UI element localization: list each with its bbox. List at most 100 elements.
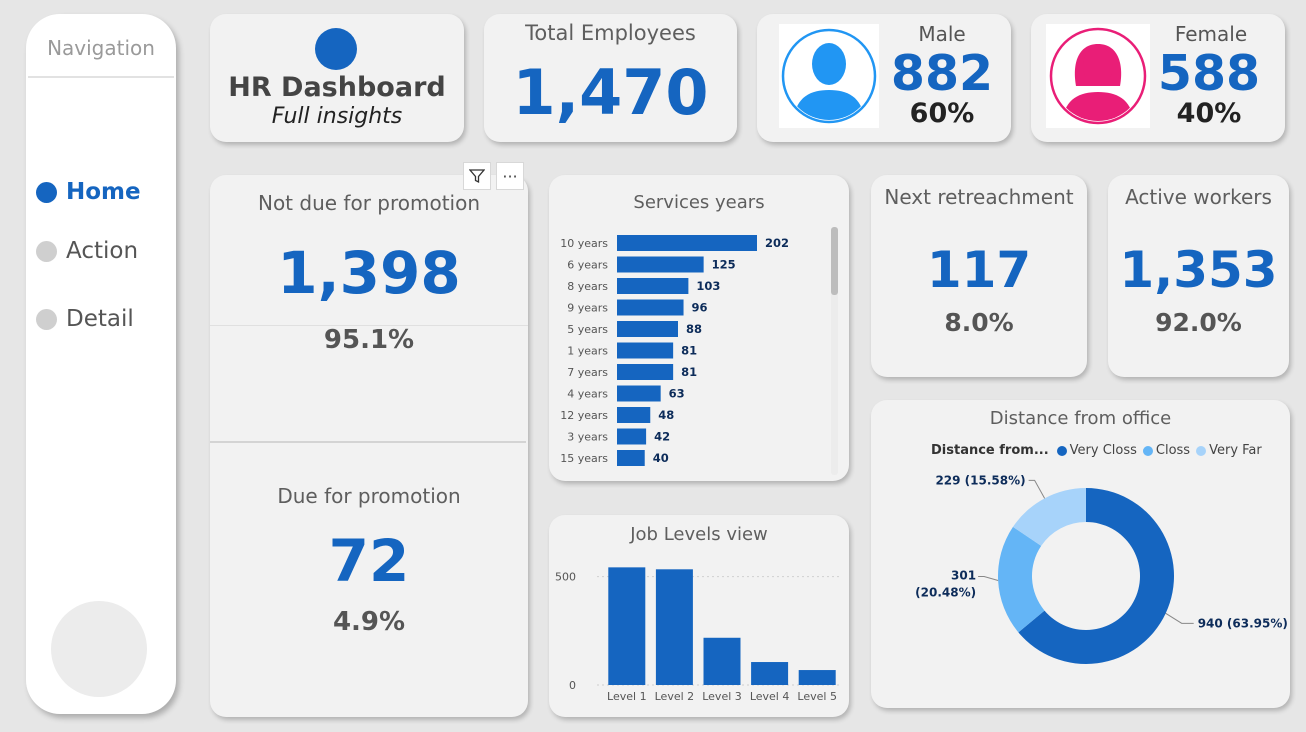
promotion-card: Not due for promotion 1,398 95.1% Due fo… xyxy=(210,175,528,717)
data-label: (20.48%) xyxy=(915,586,976,600)
next-retrenchment-value: 117 xyxy=(926,241,1032,299)
legend-label: Closs xyxy=(1155,443,1191,458)
legend-swatch xyxy=(1056,445,1067,456)
bar[interactable] xyxy=(617,428,647,445)
bar[interactable] xyxy=(617,342,674,359)
more-options-icon: ··· xyxy=(502,166,518,186)
female-title: Female xyxy=(1174,22,1248,46)
job-levels-title: Job Levels view xyxy=(630,524,768,545)
services-years-chart: 10 years 202 6 years 125 8 years 103 9 years 96… xyxy=(560,235,789,466)
hr-dashboard-card: HR Dashboard Full insights xyxy=(210,14,464,142)
distance-title: Distance from office xyxy=(989,408,1172,429)
legend-label: Very Closs xyxy=(1069,443,1137,458)
navigation-panel: Navigation Home Action Detail xyxy=(26,14,176,714)
tick-label: 7 years xyxy=(567,366,608,379)
chart-scrollbar[interactable] xyxy=(831,227,838,475)
bar[interactable] xyxy=(617,299,684,316)
tick-label: 6 years xyxy=(567,259,608,272)
distance-donut-chart: 940 (63.95%) 301 (20.48%) 229 (15.58%) xyxy=(915,473,1288,664)
data-label: 88 xyxy=(686,322,702,336)
nav-item-label: Home xyxy=(66,179,141,205)
data-label: 81 xyxy=(681,344,697,358)
legend-swatch xyxy=(1142,445,1153,456)
female-avatar-icon xyxy=(1046,24,1150,128)
total-employees-card: Total Employees 1,470 xyxy=(484,14,737,142)
bar[interactable] xyxy=(617,321,678,337)
bar[interactable] xyxy=(617,235,757,251)
nav-item-detail[interactable]: Detail xyxy=(36,306,134,332)
tick-label: 5 years xyxy=(567,323,608,336)
legend-swatch xyxy=(1196,445,1207,456)
bar[interactable] xyxy=(617,407,651,423)
dashboard-subtitle: Full insights xyxy=(271,104,403,129)
female-count: 588 xyxy=(1157,45,1261,102)
not-due-title: Not due for promotion xyxy=(257,191,481,215)
bar[interactable] xyxy=(617,256,704,273)
filter-button[interactable] xyxy=(463,162,491,190)
nav-item-action[interactable]: Action xyxy=(36,238,138,264)
nav-home-dot-icon xyxy=(36,181,57,203)
distance-legend: Distance from... Very Closs Closs Very F… xyxy=(931,443,1268,458)
job-levels-card: Job Levels view 0 500 Level 1 Level 2 Level … xyxy=(549,515,849,717)
bar[interactable] xyxy=(617,278,689,294)
navigation-title: Navigation xyxy=(47,36,155,60)
legend-item-very-far[interactable]: Very Far xyxy=(1196,443,1262,458)
job-levels-chart: 0 500 Level 1 Level 2 Level 3 Level 4 Level 5 xyxy=(555,567,841,703)
active-workers-card: Active workers 1,353 92.0% xyxy=(1108,175,1289,377)
bar[interactable] xyxy=(617,385,661,402)
legend-item-closs[interactable]: Closs xyxy=(1142,443,1191,458)
data-label: 103 xyxy=(696,279,720,293)
logo-dot-icon xyxy=(315,28,357,70)
tick-label: 4 years xyxy=(567,388,608,401)
nav-item-label: Detail xyxy=(66,306,134,332)
next-retrenchment-percent: 8.0% xyxy=(944,308,1014,337)
active-workers-value: 1,353 xyxy=(1119,241,1278,299)
y-tick-label: 500 xyxy=(555,571,576,584)
nav-action-dot-icon xyxy=(36,240,57,262)
male-avatar-icon xyxy=(779,24,879,128)
leader-line xyxy=(1028,479,1046,499)
bar[interactable] xyxy=(617,364,674,380)
data-label: 81 xyxy=(681,365,697,379)
bar[interactable] xyxy=(608,567,646,685)
data-label: 202 xyxy=(765,236,789,250)
tick-label: 9 years xyxy=(567,302,608,315)
nav-item-home[interactable]: Home xyxy=(36,179,141,205)
bar[interactable] xyxy=(655,569,693,685)
data-label: 229 (15.58%) xyxy=(935,473,1025,487)
male-title: Male xyxy=(918,22,966,46)
total-employees-value: 1,470 xyxy=(512,56,709,129)
tick-label: 10 years xyxy=(560,237,608,250)
tick-label: 8 years xyxy=(567,280,608,293)
filter-icon xyxy=(469,169,485,184)
x-tick-label: Level 2 xyxy=(655,690,695,703)
x-tick-label: Level 1 xyxy=(607,690,647,703)
tick-label: 3 years xyxy=(567,431,608,444)
more-options-button[interactable]: ··· xyxy=(496,162,524,190)
male-card: Male 882 60% xyxy=(757,14,1011,142)
bar[interactable] xyxy=(798,670,836,685)
due-percent: 4.9% xyxy=(332,607,406,637)
tick-label: 1 years xyxy=(567,345,608,358)
leader-line xyxy=(1165,612,1194,624)
bar[interactable] xyxy=(617,450,645,466)
bar[interactable] xyxy=(703,637,741,685)
services-years-card: Services years 10 years 202 6 years 125 8 ye… xyxy=(549,175,849,481)
male-count: 882 xyxy=(890,45,994,102)
y-tick-label: 0 xyxy=(569,679,576,692)
active-workers-title: Active workers xyxy=(1125,185,1272,209)
due-value: 72 xyxy=(328,527,410,595)
scrollbar-thumb[interactable] xyxy=(831,227,838,295)
tick-label: 12 years xyxy=(560,409,608,422)
legend-title: Distance from... xyxy=(931,443,1049,458)
leader-line xyxy=(978,576,999,581)
x-tick-label: Level 3 xyxy=(702,690,742,703)
user-avatar[interactable] xyxy=(51,601,147,697)
legend-label: Very Far xyxy=(1209,443,1262,458)
nav-detail-dot-icon xyxy=(36,308,57,330)
legend-item-very-closs[interactable]: Very Closs xyxy=(1056,443,1137,458)
next-retrenchment-card: Next retreachment 117 8.0% xyxy=(871,175,1087,377)
total-employees-title: Total Employees xyxy=(525,21,696,45)
bar[interactable] xyxy=(751,662,789,685)
active-workers-percent: 92.0% xyxy=(1155,308,1242,337)
